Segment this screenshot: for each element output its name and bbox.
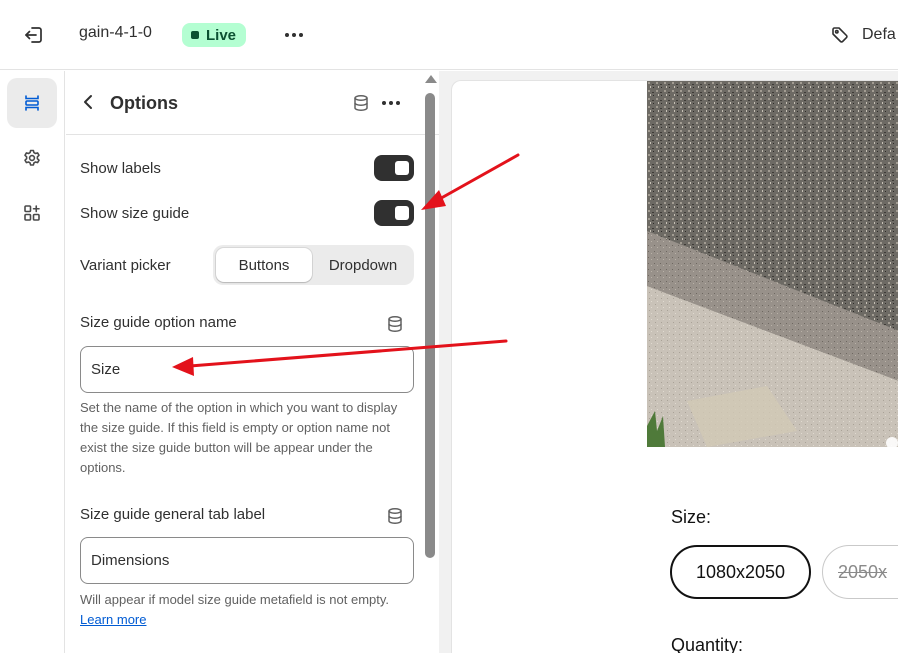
show-labels-toggle[interactable]	[374, 155, 414, 181]
database-icon	[388, 508, 402, 524]
size-guide-general-tab-dynamic-source-button[interactable]	[385, 506, 405, 526]
variant-picker-option-buttons[interactable]: Buttons	[216, 248, 312, 282]
size-guide-general-tab-help: Will appear if model size guide metafiel…	[80, 590, 414, 630]
left-rail	[0, 71, 65, 653]
show-size-guide-toggle[interactable]	[374, 200, 414, 226]
size-guide-option-name-input[interactable]: Size	[80, 346, 414, 393]
database-icon	[388, 316, 402, 332]
product-image[interactable]	[647, 81, 898, 447]
variant-picker-option-dropdown[interactable]: Dropdown	[314, 248, 412, 282]
panel-scrollbar[interactable]	[424, 71, 438, 653]
show-size-guide-label: Show size guide	[80, 205, 190, 222]
panel-title: Options	[110, 93, 178, 113]
dynamic-source-button[interactable]	[351, 93, 371, 113]
toggle-knob	[395, 206, 409, 220]
sections-icon	[25, 95, 39, 111]
tag-icon	[832, 27, 848, 43]
scrollbar-thumb[interactable]	[425, 93, 435, 558]
top-bar: gain-4-1-0 Live Defa	[0, 0, 898, 70]
rail-sections-button[interactable]	[7, 78, 57, 128]
size-guide-general-tab-label-label: Size guide general tab label	[80, 506, 266, 523]
size-guide-general-tab-help-text: Will appear if model size guide metafiel…	[80, 592, 390, 607]
size-guide-option-name-help: Set the name of the option in which you …	[80, 400, 398, 475]
toggle-knob	[395, 161, 409, 175]
exit-icon	[25, 27, 42, 43]
variant-picker-label: Variant picker	[80, 257, 171, 274]
panel-more-actions-button[interactable]	[379, 93, 403, 113]
live-dot-icon	[191, 31, 199, 39]
chevron-left-icon	[84, 95, 92, 109]
gear-icon	[24, 149, 40, 166]
size-guide-option-name-dynamic-source-button[interactable]	[385, 314, 405, 334]
size-guide-option-name-label: Size guide option name	[80, 314, 237, 331]
database-icon	[354, 95, 368, 111]
scroll-up-arrow-icon[interactable]	[425, 75, 437, 83]
size-option-1080x2050[interactable]: 1080x2050	[670, 545, 811, 599]
back-button[interactable]	[78, 91, 98, 113]
learn-more-link[interactable]: Learn more	[80, 612, 146, 627]
size-option-2050x[interactable]: 2050x	[822, 545, 898, 599]
template-selector-button[interactable]: Defa	[830, 22, 896, 48]
block-settings-panel: Options Show labels Show size guide Vari…	[66, 71, 439, 653]
rail-settings-button[interactable]	[7, 133, 57, 183]
panel-header: Options	[66, 71, 439, 135]
more-horizontal-icon	[382, 101, 400, 105]
rail-apps-button[interactable]	[7, 188, 57, 238]
show-labels-label: Show labels	[80, 160, 161, 177]
quantity-label: Quantity:	[671, 635, 744, 653]
variant-picker-segmented-control: Buttons Dropdown	[213, 245, 414, 285]
storefront-preview: Size: 1080x2050 2050x Quantity:	[451, 80, 898, 653]
exit-button[interactable]	[20, 22, 48, 48]
size-guide-general-tab-label-input[interactable]: Dimensions	[80, 537, 414, 584]
live-badge-label: Live	[206, 26, 237, 44]
more-horizontal-icon	[285, 33, 303, 37]
theme-name: gain-4-1-0	[79, 24, 152, 41]
theme-more-actions-button[interactable]	[282, 24, 306, 46]
live-status-badge: Live	[182, 23, 247, 47]
apps-add-icon	[24, 205, 40, 221]
size-option-label: Size:	[671, 507, 712, 527]
template-selector-label: Defa	[862, 26, 896, 43]
